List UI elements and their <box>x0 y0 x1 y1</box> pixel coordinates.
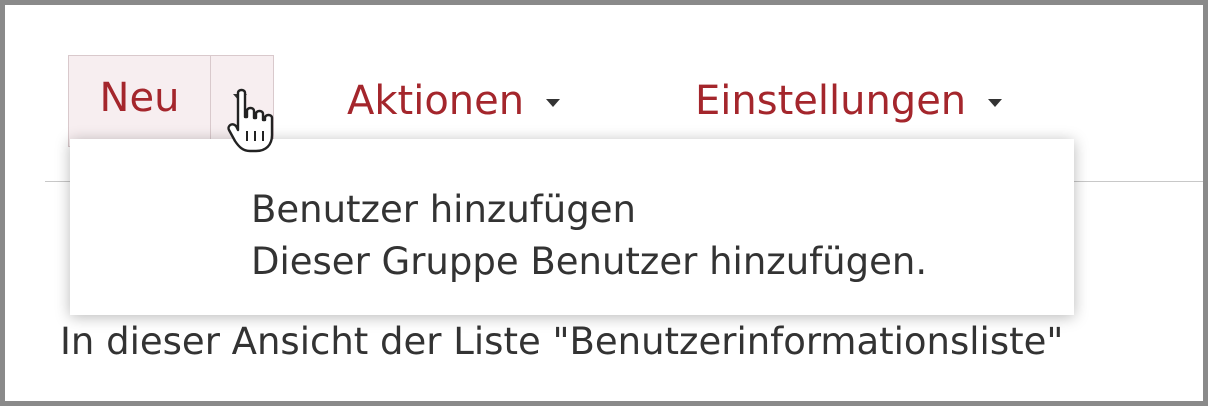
view-message: In dieser Ansicht der Liste "Benutzerinf… <box>60 320 1064 363</box>
menu-item-add-user[interactable]: Benutzer hinzufügen <box>251 184 1074 236</box>
settings-menu-label: Einstellungen <box>695 78 967 124</box>
new-dropdown-menu: Benutzer hinzufügen Dieser Gruppe Benutz… <box>70 139 1074 315</box>
actions-menu-label: Aktionen <box>347 78 525 124</box>
menu-item-add-user-to-group[interactable]: Dieser Gruppe Benutzer hinzufügen. <box>251 236 1074 288</box>
hand-pointer-icon <box>227 88 274 153</box>
window-frame: Neu Aktionen Einstellungen In dieser Ans… <box>0 0 1208 406</box>
new-button[interactable]: Neu <box>69 56 211 146</box>
chevron-down-icon <box>988 99 1003 107</box>
actions-menu[interactable]: Aktionen <box>347 75 561 127</box>
chevron-down-icon <box>546 99 561 107</box>
settings-menu[interactable]: Einstellungen <box>695 75 1003 127</box>
